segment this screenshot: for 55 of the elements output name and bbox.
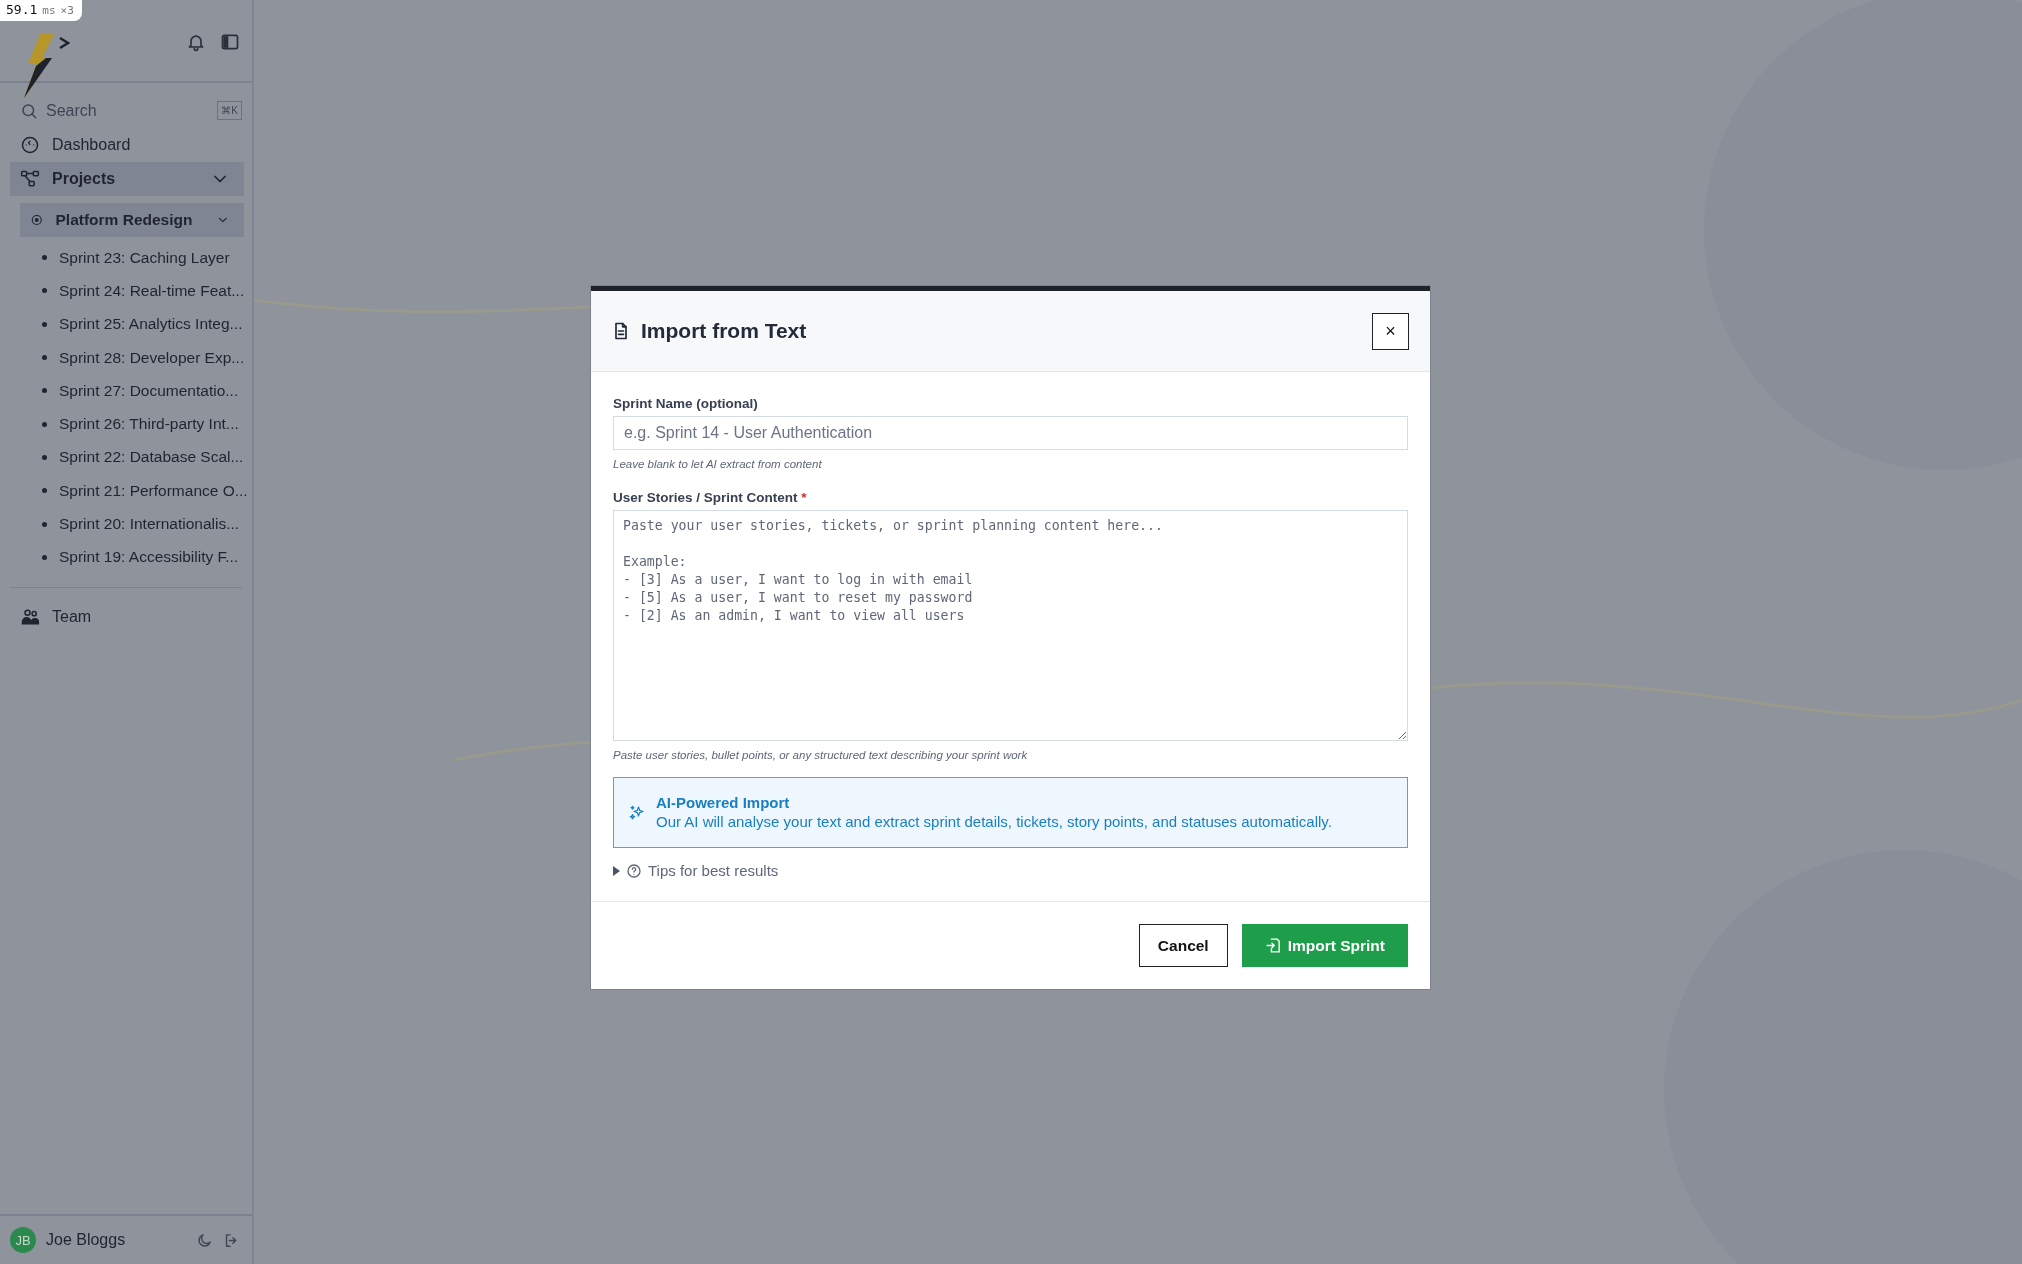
input-field[interactable]: e.g. Sprint 14 - User Authentication (613, 416, 1408, 450)
dashboard-icon (20, 135, 40, 155)
sidebar-toggle-icon[interactable] (220, 32, 240, 52)
field-hint: Paste user stories, bullet points, or any structured text describing your sprint work (613, 749, 1029, 761)
shortcut-key: ⌘K (217, 101, 242, 120)
nav-group[interactable]: Projects (10, 162, 244, 196)
bullet-icon (42, 554, 47, 560)
bullet-icon (42, 521, 47, 527)
bullet-icon (42, 321, 47, 327)
banner-text: Our AI will analyse your text and extract sprint details, tickets, story points, and statuses automatically. (656, 813, 1332, 830)
repeat-count: ×3 (60, 4, 74, 17)
help-icon (626, 862, 642, 879)
timing-value: 59.1 (6, 2, 38, 17)
sprint-link[interactable]: Sprint 27: Documentatio... (59, 381, 239, 400)
moon-icon[interactable] (196, 1231, 213, 1249)
sprint-link[interactable]: Sprint 22: Database Scal... (59, 448, 244, 467)
sprint-link[interactable]: Sprint 25: Analytics Integ... (59, 315, 243, 334)
bullet-icon (42, 454, 47, 460)
bullet-icon (42, 355, 47, 361)
sprint-link[interactable]: Sprint 24: Real-time Feat... (59, 281, 245, 300)
close-button[interactable]: × (1372, 312, 1409, 350)
sparkles-icon (628, 803, 646, 822)
bullet-icon (42, 388, 47, 394)
user-avatar[interactable]: JB (10, 1227, 36, 1253)
tips-toggle[interactable]: Tips for best results (613, 862, 1408, 879)
timing-unit: ms (42, 4, 56, 17)
field-label: Sprint Name (optional) (613, 396, 759, 411)
banner-title: AI-Powered Import (656, 794, 791, 811)
project-item[interactable]: Platform Redesign (20, 203, 244, 237)
dialog-title: Import from Text (641, 319, 808, 343)
search-placeholder: Search (46, 101, 97, 120)
search-icon (20, 101, 38, 120)
file-import-icon (1264, 937, 1282, 954)
bell-icon[interactable] (186, 32, 206, 52)
nav-item[interactable]: Team (10, 599, 244, 634)
sprint-link[interactable]: Sprint 28: Developer Exp... (59, 348, 245, 367)
sprint-link[interactable]: Sprint 23: Caching Layer (59, 248, 230, 267)
sprint-link[interactable]: Sprint 19: Accessibility F... (59, 548, 239, 567)
field-label: User Stories / Sprint Content * (613, 490, 808, 505)
cancel-button[interactable]: Cancel (1138, 924, 1228, 967)
sprint-link[interactable]: Sprint 26: Third-party Int... (59, 415, 239, 434)
nodes-icon (20, 169, 40, 189)
search-field[interactable]: Search ⌘K (20, 101, 242, 120)
import-button[interactable]: Import Sprint (1241, 924, 1408, 967)
bullet-icon (42, 488, 47, 494)
bullet-icon (42, 421, 47, 427)
text-area[interactable]: Paste your user stories, tickets, or sprint planning content here... Example: - [3] As a user, I want to log in with email - [5] As a user, I want to reset my password - [2] As an admin, I want to view all users (613, 510, 1408, 741)
field-hint: Leave blank to let AI extract from content (613, 458, 823, 470)
nav-item[interactable]: Dashboard (10, 128, 244, 162)
disclosure-triangle-icon[interactable] (613, 865, 620, 876)
sprint-link[interactable]: Sprint 20: Internationalis... (59, 515, 240, 533)
bullet-icon (42, 255, 47, 261)
bullet-icon (42, 288, 47, 294)
user-name: Joe Bloggs (46, 1231, 126, 1249)
sprint-link[interactable]: Sprint 21: Performance O... (59, 481, 248, 500)
